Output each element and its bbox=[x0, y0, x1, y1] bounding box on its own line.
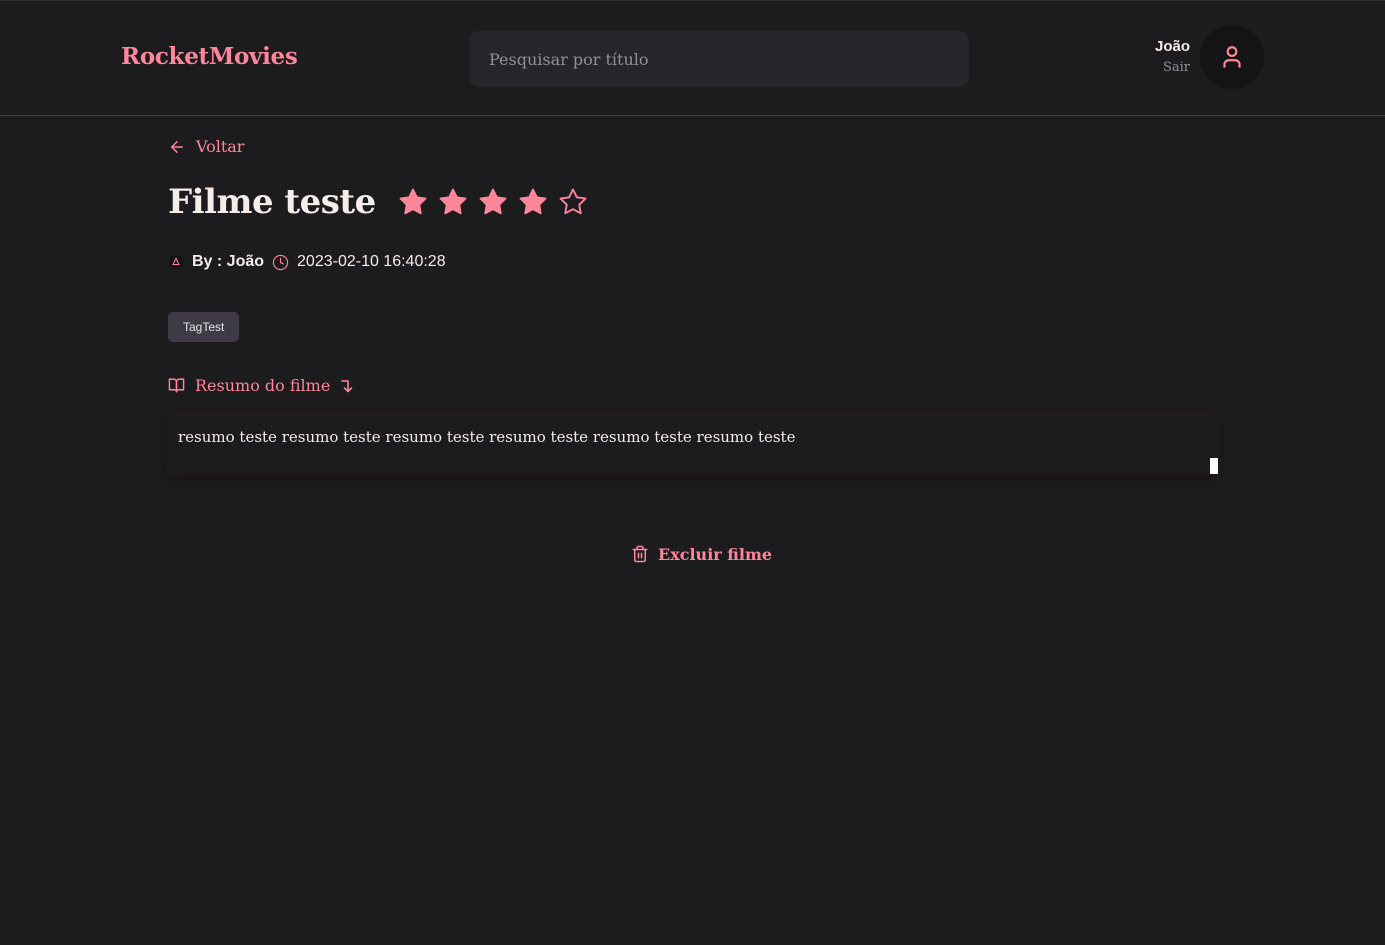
summary-heading-label: Resumo do filme bbox=[195, 376, 331, 395]
arrow-left-icon bbox=[171, 140, 183, 153]
star-empty-icon bbox=[559, 188, 587, 215]
star-filled-icon bbox=[479, 188, 507, 215]
star-filled-icon bbox=[399, 188, 427, 215]
avatar[interactable] bbox=[1200, 25, 1264, 89]
movie-meta: By : João 2023-02-10 16:40:28 bbox=[168, 253, 446, 271]
rating-stars bbox=[398, 187, 588, 217]
profile-name: João bbox=[1154, 38, 1190, 55]
summary-text: resumo teste resumo teste resumo teste r… bbox=[178, 428, 796, 446]
page-title: Filme teste bbox=[168, 182, 376, 222]
profile-info: João Sair bbox=[1155, 38, 1190, 75]
brand-logo[interactable]: RocketMovies bbox=[121, 43, 298, 70]
delete-movie-button[interactable]: Excluir filme bbox=[631, 544, 772, 564]
user-icon bbox=[1223, 46, 1241, 68]
summary-heading: Resumo do filme bbox=[168, 376, 354, 395]
back-label: Voltar bbox=[196, 137, 245, 156]
logout-link[interactable]: Sair bbox=[1155, 60, 1190, 75]
tag-item: TagTest bbox=[168, 312, 240, 342]
trash-icon bbox=[632, 545, 648, 563]
back-button[interactable]: Voltar bbox=[168, 137, 244, 156]
header: RocketMovies João Sair bbox=[0, 0, 1385, 116]
search-input[interactable] bbox=[469, 31, 969, 87]
created-at: 2023-02-10 16:40:28 bbox=[297, 253, 446, 270]
scrollbar-thumb[interactable] bbox=[1210, 458, 1218, 474]
book-open-icon bbox=[168, 378, 185, 393]
delete-label: Excluir filme bbox=[658, 544, 773, 564]
star-filled-icon bbox=[519, 188, 547, 215]
corner-down-right-icon bbox=[341, 379, 353, 392]
author-avatar-icon bbox=[169, 255, 183, 269]
summary-box[interactable]: resumo teste resumo teste resumo teste r… bbox=[168, 416, 1218, 474]
star-filled-icon bbox=[439, 188, 467, 215]
author-label: By : João bbox=[192, 253, 265, 270]
title-row: Filme teste bbox=[168, 182, 588, 222]
clock-icon bbox=[272, 254, 289, 270]
